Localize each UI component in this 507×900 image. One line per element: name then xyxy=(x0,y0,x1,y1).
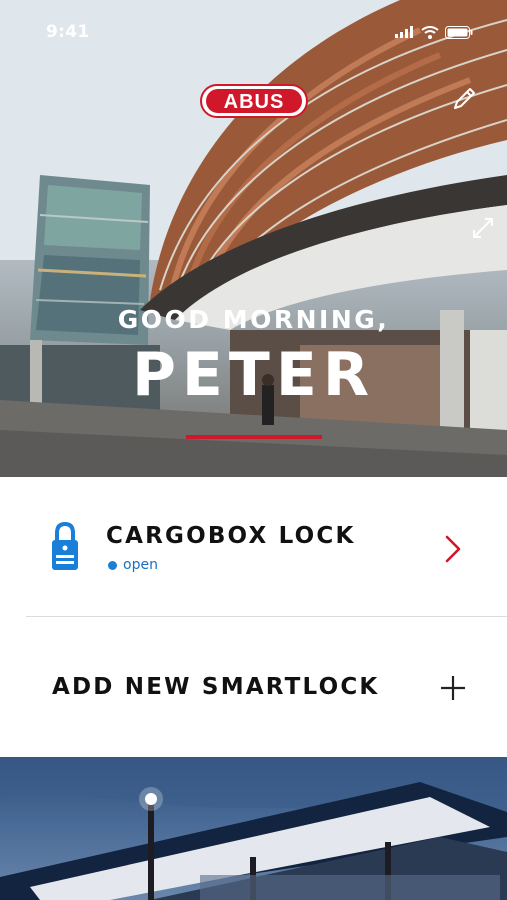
padlock-icon xyxy=(52,521,78,570)
status-dot xyxy=(108,560,117,570)
cellular-signal-icon xyxy=(395,26,413,38)
lock-status-text: open xyxy=(123,557,158,573)
hero-accent-underline xyxy=(186,435,322,439)
wifi-icon xyxy=(421,25,439,39)
status-bar: 9:41 xyxy=(0,0,507,64)
bottom-banner-image xyxy=(0,757,507,900)
expand-icon[interactable] xyxy=(470,215,496,241)
chevron-right-icon[interactable] xyxy=(440,533,466,565)
greeting-text: GOOD MORNING, xyxy=(117,305,390,334)
user-name: PETER xyxy=(131,340,376,410)
lock-name: CARGOBOX LOCK xyxy=(106,523,356,549)
abus-logo: ABUS xyxy=(200,84,308,118)
logo-text: ABUS xyxy=(224,91,285,113)
status-icons xyxy=(395,24,473,40)
add-smartlock-label: ADD NEW SMARTLOCK xyxy=(52,674,380,700)
plus-icon[interactable] xyxy=(440,675,466,701)
battery-icon xyxy=(445,25,473,39)
lock-status: open xyxy=(108,557,158,573)
hero-banner: 9:41 ABUS GOOD MORNING, PETER xyxy=(0,0,507,477)
building-night-image xyxy=(0,757,507,900)
pencil-icon[interactable] xyxy=(449,84,479,114)
status-time: 9:41 xyxy=(46,22,90,42)
